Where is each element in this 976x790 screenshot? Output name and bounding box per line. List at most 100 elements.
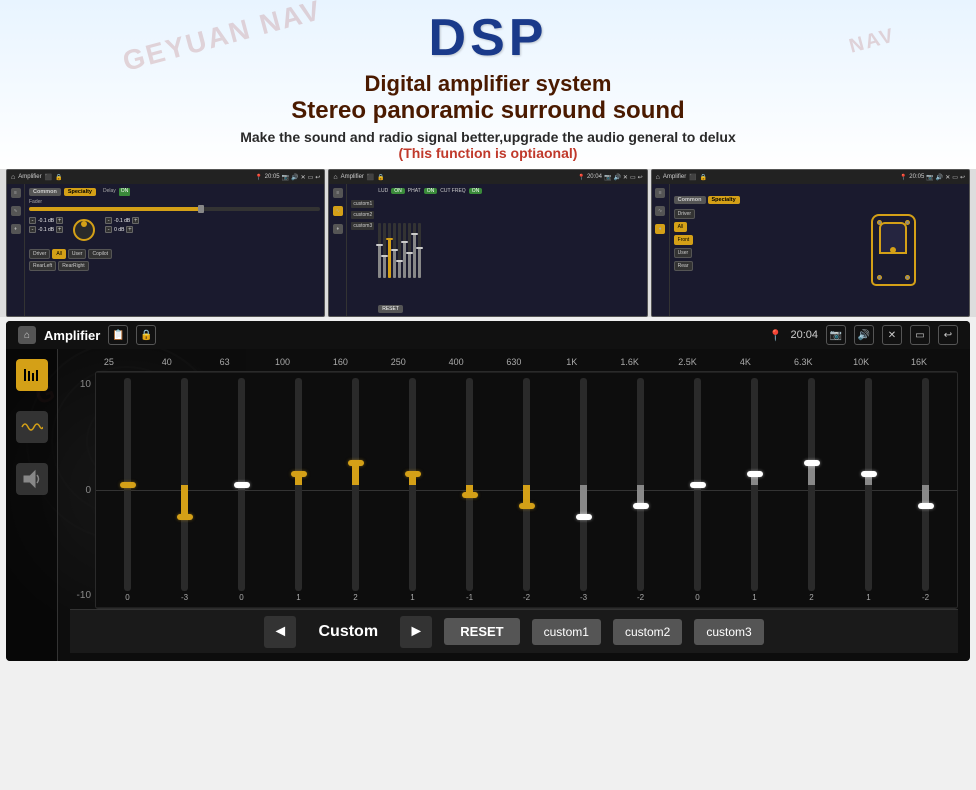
freq-40: 40 <box>153 357 181 367</box>
eq-ch-100[interactable]: 1 <box>271 378 326 602</box>
sidebar-eq-3: ≡ <box>655 188 665 198</box>
desc-text: Make the sound and radio signal better,u… <box>20 129 956 145</box>
main-status-bar: ⌂ Amplifier 📋 🔒 📍 20:04 📷 🔊 ✕ ▭ ↩ <box>6 321 970 349</box>
small-screen-1: ⌂ Amplifier ⬛🔒 📍 20:05 📷🔊✕▭↩ ≡ ∿ ♦ Commo… <box>6 169 325 317</box>
sidebar-spk-2: ♦ <box>333 224 343 234</box>
eq-ch-630[interactable]: -2 <box>499 378 554 602</box>
freq-16k: 16K <box>905 357 933 367</box>
eq-ch-1.6k[interactable]: -2 <box>613 378 668 602</box>
sidebar-eq-2: ≡ <box>333 188 343 198</box>
eq-ch-16k[interactable]: -2 <box>898 378 953 602</box>
freq-250: 250 <box>384 357 412 367</box>
custom3-button[interactable]: custom3 <box>694 619 763 645</box>
main-sidebar-eq-icon[interactable] <box>16 359 48 391</box>
small-screens-row: ⌂ Amplifier ⬛🔒 📍 20:05 📷🔊✕▭↩ ≡ ∿ ♦ Commo… <box>0 169 976 317</box>
optional-text: (This function is optiaonal) <box>20 145 956 161</box>
user-btn-s3[interactable]: User <box>674 248 693 258</box>
custom2-button[interactable]: custom2 <box>613 619 682 645</box>
sidebar-speaker-icon: ♦ <box>11 224 21 234</box>
freq-10k: 10K <box>847 357 875 367</box>
copilot-btn-s1[interactable]: Copilot <box>88 249 112 259</box>
minus-btn-3[interactable]: - <box>105 217 112 224</box>
eq-ch-25[interactable]: 0 <box>100 378 155 602</box>
eq-ch-250[interactable]: 1 <box>385 378 440 602</box>
rear-btn-s3[interactable]: Rear <box>674 261 693 271</box>
sidebar-small-3: ≡ ∿ ♦ <box>652 184 670 316</box>
main-sidebar-speaker-icon[interactable] <box>16 463 48 495</box>
lock-icon[interactable]: 🔒 <box>136 325 156 345</box>
reset-button-main[interactable]: RESET <box>444 618 519 645</box>
custom3-preset-s2[interactable]: custom3 <box>351 222 374 230</box>
plus-btn-1[interactable]: + <box>56 217 63 224</box>
rear-right-btn[interactable]: RearRight <box>58 261 89 271</box>
header-section: GEYUAN NAV NAV DSP Digital amplifier sys… <box>0 0 976 169</box>
subtitle-line1: Digital amplifier system <box>20 71 956 97</box>
all-btn-s1[interactable]: All <box>52 249 66 259</box>
eq-ch-6.3k[interactable]: 2 <box>784 378 839 602</box>
screen1-content: Common Specialty Delay ON Fader - <box>25 184 324 316</box>
minus-btn-1[interactable]: - <box>29 217 36 224</box>
specialty-btn-s3[interactable]: Specialty <box>708 196 740 204</box>
custom1-preset-s2[interactable]: custom1 <box>351 200 374 208</box>
front-btn-s3[interactable]: Front <box>674 235 694 245</box>
reset-btn-s2[interactable]: RESET <box>378 305 403 313</box>
eq-ch-400[interactable]: -1 <box>442 378 497 602</box>
close-icon[interactable]: ✕ <box>882 325 902 345</box>
eq-ch-160[interactable]: 2 <box>328 378 383 602</box>
small-screen-2: ⌂ Amplifier ⬛🔒 📍 20:04 📷🔊✕▭↩ ≡ ∿ ♦ <box>328 169 647 317</box>
db-10: 10 <box>70 379 91 390</box>
eq-val-2.5k: 0 <box>695 593 699 602</box>
home-icon[interactable]: ⌂ <box>18 326 36 344</box>
eq-ch-10k[interactable]: 1 <box>841 378 896 602</box>
eq-val-1k: -3 <box>580 593 587 602</box>
user-btn-s1[interactable]: User <box>68 249 87 259</box>
freq-63: 63 <box>211 357 239 367</box>
db-0: 0 <box>70 485 91 496</box>
camera-icon[interactable]: 📷 <box>826 325 846 345</box>
specialty-btn-s1[interactable]: Specialty <box>64 188 96 196</box>
eq-ch-40[interactable]: -3 <box>157 378 212 602</box>
screen2-content: custom1 custom2 custom3 LUD ON PHAT ON C… <box>347 184 646 316</box>
freq-100: 100 <box>269 357 297 367</box>
on-btn-lud[interactable]: ON <box>391 188 405 194</box>
prev-button[interactable]: ◄ <box>264 616 296 648</box>
volume-icon[interactable]: 🔊 <box>854 325 874 345</box>
main-sidebar <box>6 349 58 661</box>
eq-ch-63[interactable]: 0 <box>214 378 269 602</box>
driver-btn-s3[interactable]: Driver <box>674 209 695 219</box>
status-bar-2: ⌂ Amplifier ⬛🔒 📍 20:04 📷🔊✕▭↩ <box>329 170 646 184</box>
next-button[interactable]: ► <box>400 616 432 648</box>
delay-label: Delay <box>103 188 116 196</box>
custom2-preset-s2[interactable]: custom2 <box>351 211 374 219</box>
eq-val-4k: 1 <box>752 593 756 602</box>
main-sidebar-wave-icon[interactable] <box>16 411 48 443</box>
common-btn-s3[interactable]: Common <box>674 196 706 204</box>
rear-left-btn[interactable]: RearLeft <box>29 261 56 271</box>
eq-ch-1k[interactable]: -3 <box>556 378 611 602</box>
back-icon[interactable]: ↩ <box>938 325 958 345</box>
eq-val-1.6k: -2 <box>637 593 644 602</box>
on-btn-cut[interactable]: ON <box>469 188 483 194</box>
on-btn-phat[interactable]: ON <box>424 188 438 194</box>
all-btn-s3[interactable]: All <box>674 222 688 232</box>
sidebar-wave-icon: ∿ <box>11 206 21 216</box>
common-btn-s1[interactable]: Common <box>29 188 61 196</box>
eq-val-400: -1 <box>466 593 473 602</box>
minus-btn-4[interactable]: - <box>105 226 112 233</box>
freq-labels-row: 25 40 63 100 160 250 400 630 1K 1.6K 2.5… <box>70 357 958 367</box>
plus-btn-4[interactable]: + <box>126 226 133 233</box>
driver-btn-s1[interactable]: Driver <box>29 249 50 259</box>
minus-btn-2[interactable]: - <box>29 226 36 233</box>
eq-ch-2.5k[interactable]: 0 <box>670 378 725 602</box>
freq-4k: 4K <box>731 357 759 367</box>
window-icon[interactable]: ▭ <box>910 325 930 345</box>
sidebar-small-1: ≡ ∿ ♦ <box>7 184 25 316</box>
plus-btn-3[interactable]: + <box>132 217 139 224</box>
file-icon[interactable]: 📋 <box>108 325 128 345</box>
eq-main-area: 25 40 63 100 160 250 400 630 1K 1.6K 2.5… <box>58 349 970 661</box>
plus-btn-2[interactable]: + <box>56 226 63 233</box>
custom1-button[interactable]: custom1 <box>532 619 601 645</box>
freq-630: 630 <box>500 357 528 367</box>
eq-ch-4k[interactable]: 1 <box>727 378 782 602</box>
custom-label: Custom <box>308 623 388 641</box>
